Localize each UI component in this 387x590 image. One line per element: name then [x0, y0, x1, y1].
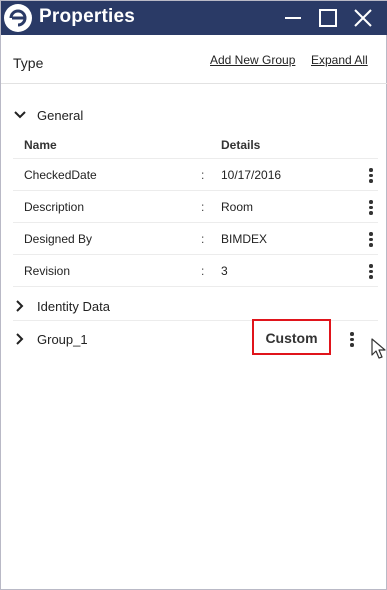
type-label: Type [13, 55, 44, 71]
property-value[interactable]: 3 [221, 264, 228, 278]
row-divider [13, 286, 378, 287]
properties-window: Properties Type Add New Group Expand All… [0, 0, 387, 590]
column-details-header: Details [221, 138, 261, 152]
group-1-label[interactable]: Group_1 [37, 332, 88, 347]
app-logo-icon [4, 4, 32, 32]
property-row[interactable]: Revision : 3 [1, 255, 387, 287]
close-icon [354, 9, 372, 27]
column-name-header: Name [24, 138, 57, 152]
property-separator: : [201, 168, 205, 182]
property-value[interactable]: 10/17/2016 [221, 168, 281, 182]
add-new-group-link[interactable]: Add New Group [210, 53, 295, 67]
minimize-button[interactable] [280, 5, 306, 31]
group-identity-data-label[interactable]: Identity Data [37, 299, 110, 314]
window-title: Properties [39, 6, 135, 27]
maximize-button[interactable] [315, 5, 341, 31]
property-row[interactable]: Description : Room [1, 191, 387, 223]
minimize-icon [285, 17, 301, 19]
more-options-icon[interactable] [365, 230, 377, 248]
property-separator: : [201, 200, 205, 214]
custom-badge[interactable]: Custom [252, 319, 331, 355]
expand-all-link[interactable]: Expand All [311, 53, 368, 67]
chevron-right-icon[interactable] [13, 299, 27, 313]
property-row[interactable]: CheckedDate : 10/17/2016 [1, 159, 387, 191]
close-button[interactable] [350, 5, 376, 31]
property-value[interactable]: BIMDEX [221, 232, 267, 246]
title-bar[interactable]: Properties [1, 1, 387, 35]
chevron-down-icon[interactable] [13, 108, 27, 122]
header-divider [1, 83, 387, 84]
more-options-icon[interactable] [365, 166, 377, 184]
property-name: Revision [24, 264, 71, 278]
maximize-icon [319, 9, 337, 27]
property-separator: : [201, 232, 205, 246]
property-separator: : [201, 264, 205, 278]
property-row[interactable]: Designed By : BIMDEX [1, 223, 387, 255]
more-options-icon[interactable] [365, 262, 377, 280]
group-general-label[interactable]: General [37, 108, 83, 123]
more-options-icon[interactable] [365, 198, 377, 216]
more-options-icon[interactable] [346, 330, 358, 348]
chevron-right-icon[interactable] [13, 332, 27, 346]
mouse-cursor-icon [371, 338, 387, 365]
property-name: Designed By [24, 232, 93, 246]
property-value[interactable]: Room [221, 200, 253, 214]
property-name: CheckedDate [24, 168, 97, 182]
custom-badge-label: Custom [265, 330, 318, 346]
property-name: Description [24, 200, 85, 214]
